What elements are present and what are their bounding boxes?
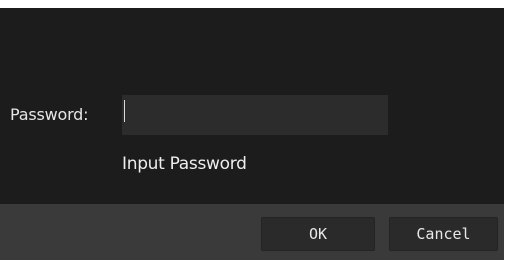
password-input[interactable]	[122, 95, 388, 135]
ok-button[interactable]: OK	[261, 217, 375, 251]
cancel-button[interactable]: Cancel	[389, 217, 498, 251]
dialog-body: Password: Input Password	[0, 8, 504, 204]
text-cursor	[124, 100, 125, 122]
password-label: Password:	[10, 105, 89, 124]
password-dialog: Password: Input Password OK Cancel	[0, 0, 509, 266]
password-hint: Input Password	[122, 154, 247, 174]
dialog-button-bar: OK Cancel	[0, 204, 504, 260]
